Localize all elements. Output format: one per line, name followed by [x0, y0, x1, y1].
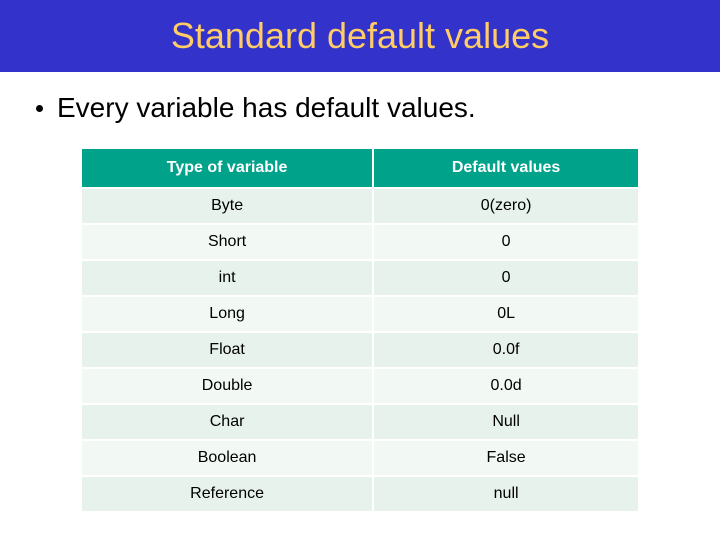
cell-value: 0.0f — [373, 332, 639, 368]
slide-title: Standard default values — [171, 15, 549, 57]
cell-value: 0 — [373, 260, 639, 296]
cell-type: Short — [81, 224, 373, 260]
table-row: Float0.0f — [81, 332, 639, 368]
cell-value: 0(zero) — [373, 188, 639, 224]
cell-type: Char — [81, 404, 373, 440]
table-body: Byte0(zero)Short0int0Long0LFloat0.0fDoub… — [81, 188, 639, 512]
table-row: CharNull — [81, 404, 639, 440]
cell-value: 0 — [373, 224, 639, 260]
cell-type: Double — [81, 368, 373, 404]
col-header-type: Type of variable — [81, 148, 373, 188]
cell-type: int — [81, 260, 373, 296]
cell-value: False — [373, 440, 639, 476]
defaults-table: Type of variable Default values Byte0(ze… — [80, 147, 640, 513]
table-row: Long0L — [81, 296, 639, 332]
cell-type: Boolean — [81, 440, 373, 476]
bullet-line: Every variable has default values. — [36, 90, 690, 125]
bullet-text: Every variable has default values. — [57, 90, 476, 125]
cell-value: null — [373, 476, 639, 512]
table-row: Short0 — [81, 224, 639, 260]
col-header-value: Default values — [373, 148, 639, 188]
cell-value: 0.0d — [373, 368, 639, 404]
cell-type: Byte — [81, 188, 373, 224]
cell-type: Reference — [81, 476, 373, 512]
bullet-dot-icon — [36, 105, 43, 112]
slide-title-bar: Standard default values — [0, 0, 720, 72]
table-row: Byte0(zero) — [81, 188, 639, 224]
slide-body: Every variable has default values. Type … — [0, 72, 720, 513]
table-row: Double0.0d — [81, 368, 639, 404]
table-row: int0 — [81, 260, 639, 296]
table-header-row: Type of variable Default values — [81, 148, 639, 188]
cell-value: 0L — [373, 296, 639, 332]
table-row: Referencenull — [81, 476, 639, 512]
cell-type: Long — [81, 296, 373, 332]
table-row: BooleanFalse — [81, 440, 639, 476]
cell-value: Null — [373, 404, 639, 440]
cell-type: Float — [81, 332, 373, 368]
